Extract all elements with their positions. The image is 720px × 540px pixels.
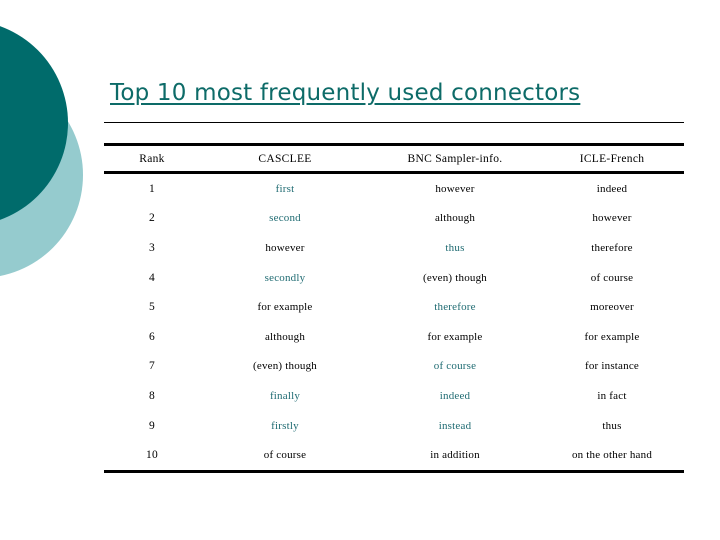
cell-casclee: however: [265, 241, 305, 254]
cell-casclee: second: [269, 212, 301, 225]
cell-bnc: in addition: [370, 440, 540, 473]
column-header-icle: ICLE-French: [540, 144, 684, 174]
cell-casclee: for example: [257, 301, 313, 314]
cell-bnc: thus: [445, 241, 465, 254]
cell-icle: moreover: [590, 301, 634, 314]
column-header-bnc: BNC Sampler-info.: [370, 144, 540, 174]
table-row: 7 (even) though of course for instance: [104, 352, 684, 382]
table-row: 1 first however indeed: [104, 173, 684, 204]
cell-bnc: of course: [433, 360, 477, 373]
cell-bnc: however: [435, 182, 475, 195]
cell-casclee: finally: [269, 389, 301, 402]
cell-bnc: indeed: [439, 389, 471, 402]
cell-icle: however: [592, 212, 632, 225]
cell-rank: 3: [149, 241, 155, 254]
cell-rank: 2: [149, 212, 155, 225]
decorative-circle-light: [0, 72, 83, 278]
cell-casclee: secondly: [264, 271, 306, 284]
cell-casclee: although: [264, 330, 306, 343]
cell-icle: of course: [590, 271, 634, 284]
cell-rank: 9: [149, 419, 155, 432]
slide-title: Top 10 most frequently used connectors: [110, 80, 581, 106]
cell-rank: 8: [149, 389, 155, 402]
connectors-table: Rank CASCLEE BNC Sampler-info. ICLE-Fren…: [104, 122, 684, 473]
cell-icle: on the other hand: [540, 440, 684, 473]
cell-icle: for example: [584, 330, 640, 343]
cell-bnc: for example: [427, 330, 483, 343]
cell-casclee: first: [275, 182, 295, 195]
cell-casclee: (even) though: [253, 360, 317, 373]
cell-icle: for instance: [584, 360, 640, 373]
table-row: 9 firstly instead thus: [104, 411, 684, 441]
connectors-table-container: Rank CASCLEE BNC Sampler-info. ICLE-Fren…: [104, 122, 684, 473]
table-head: Rank CASCLEE BNC Sampler-info. ICLE-Fren…: [104, 122, 684, 174]
column-header-casclee: CASCLEE: [200, 144, 370, 174]
cell-rank: 7: [149, 360, 155, 373]
decorative-circle-dark: [0, 20, 68, 226]
table-top-rule-row: [104, 122, 684, 146]
cell-bnc: although: [434, 212, 476, 225]
cell-rank: 10: [104, 440, 200, 473]
table-row: 4 secondly (even) though of course: [104, 263, 684, 293]
cell-icle: indeed: [596, 182, 628, 195]
cell-rank: 4: [149, 271, 155, 284]
cell-rank: 5: [149, 301, 155, 314]
cell-rank: 6: [149, 330, 155, 343]
cell-bnc: instead: [438, 419, 472, 432]
table-row: 8 finally indeed in fact: [104, 381, 684, 411]
table-row: 2 second although however: [104, 204, 684, 234]
cell-bnc: therefore: [434, 301, 476, 314]
table-row: 3 however thus therefore: [104, 233, 684, 263]
cell-icle: thus: [602, 419, 622, 432]
table-row: 6 although for example for example: [104, 322, 684, 352]
cell-icle: therefore: [591, 241, 633, 254]
slide-canvas: Top 10 most frequently used connectors R…: [0, 0, 720, 540]
cell-icle: in fact: [597, 389, 627, 402]
table-top-rule: [104, 122, 684, 146]
table-body: 1 first however indeed 2 second although howeve…: [104, 173, 684, 473]
table-row: 5 for example therefore moreover: [104, 292, 684, 322]
cell-casclee: firstly: [271, 419, 299, 432]
cell-bnc: (even) though: [423, 271, 487, 284]
cell-rank: 1: [149, 182, 155, 195]
column-header-rank: Rank: [104, 144, 200, 174]
cell-casclee: of course: [200, 440, 370, 473]
table-header-row: Rank CASCLEE BNC Sampler-info. ICLE-Fren…: [104, 144, 684, 174]
table-row: 10 of course in addition on the other hand: [104, 440, 684, 473]
